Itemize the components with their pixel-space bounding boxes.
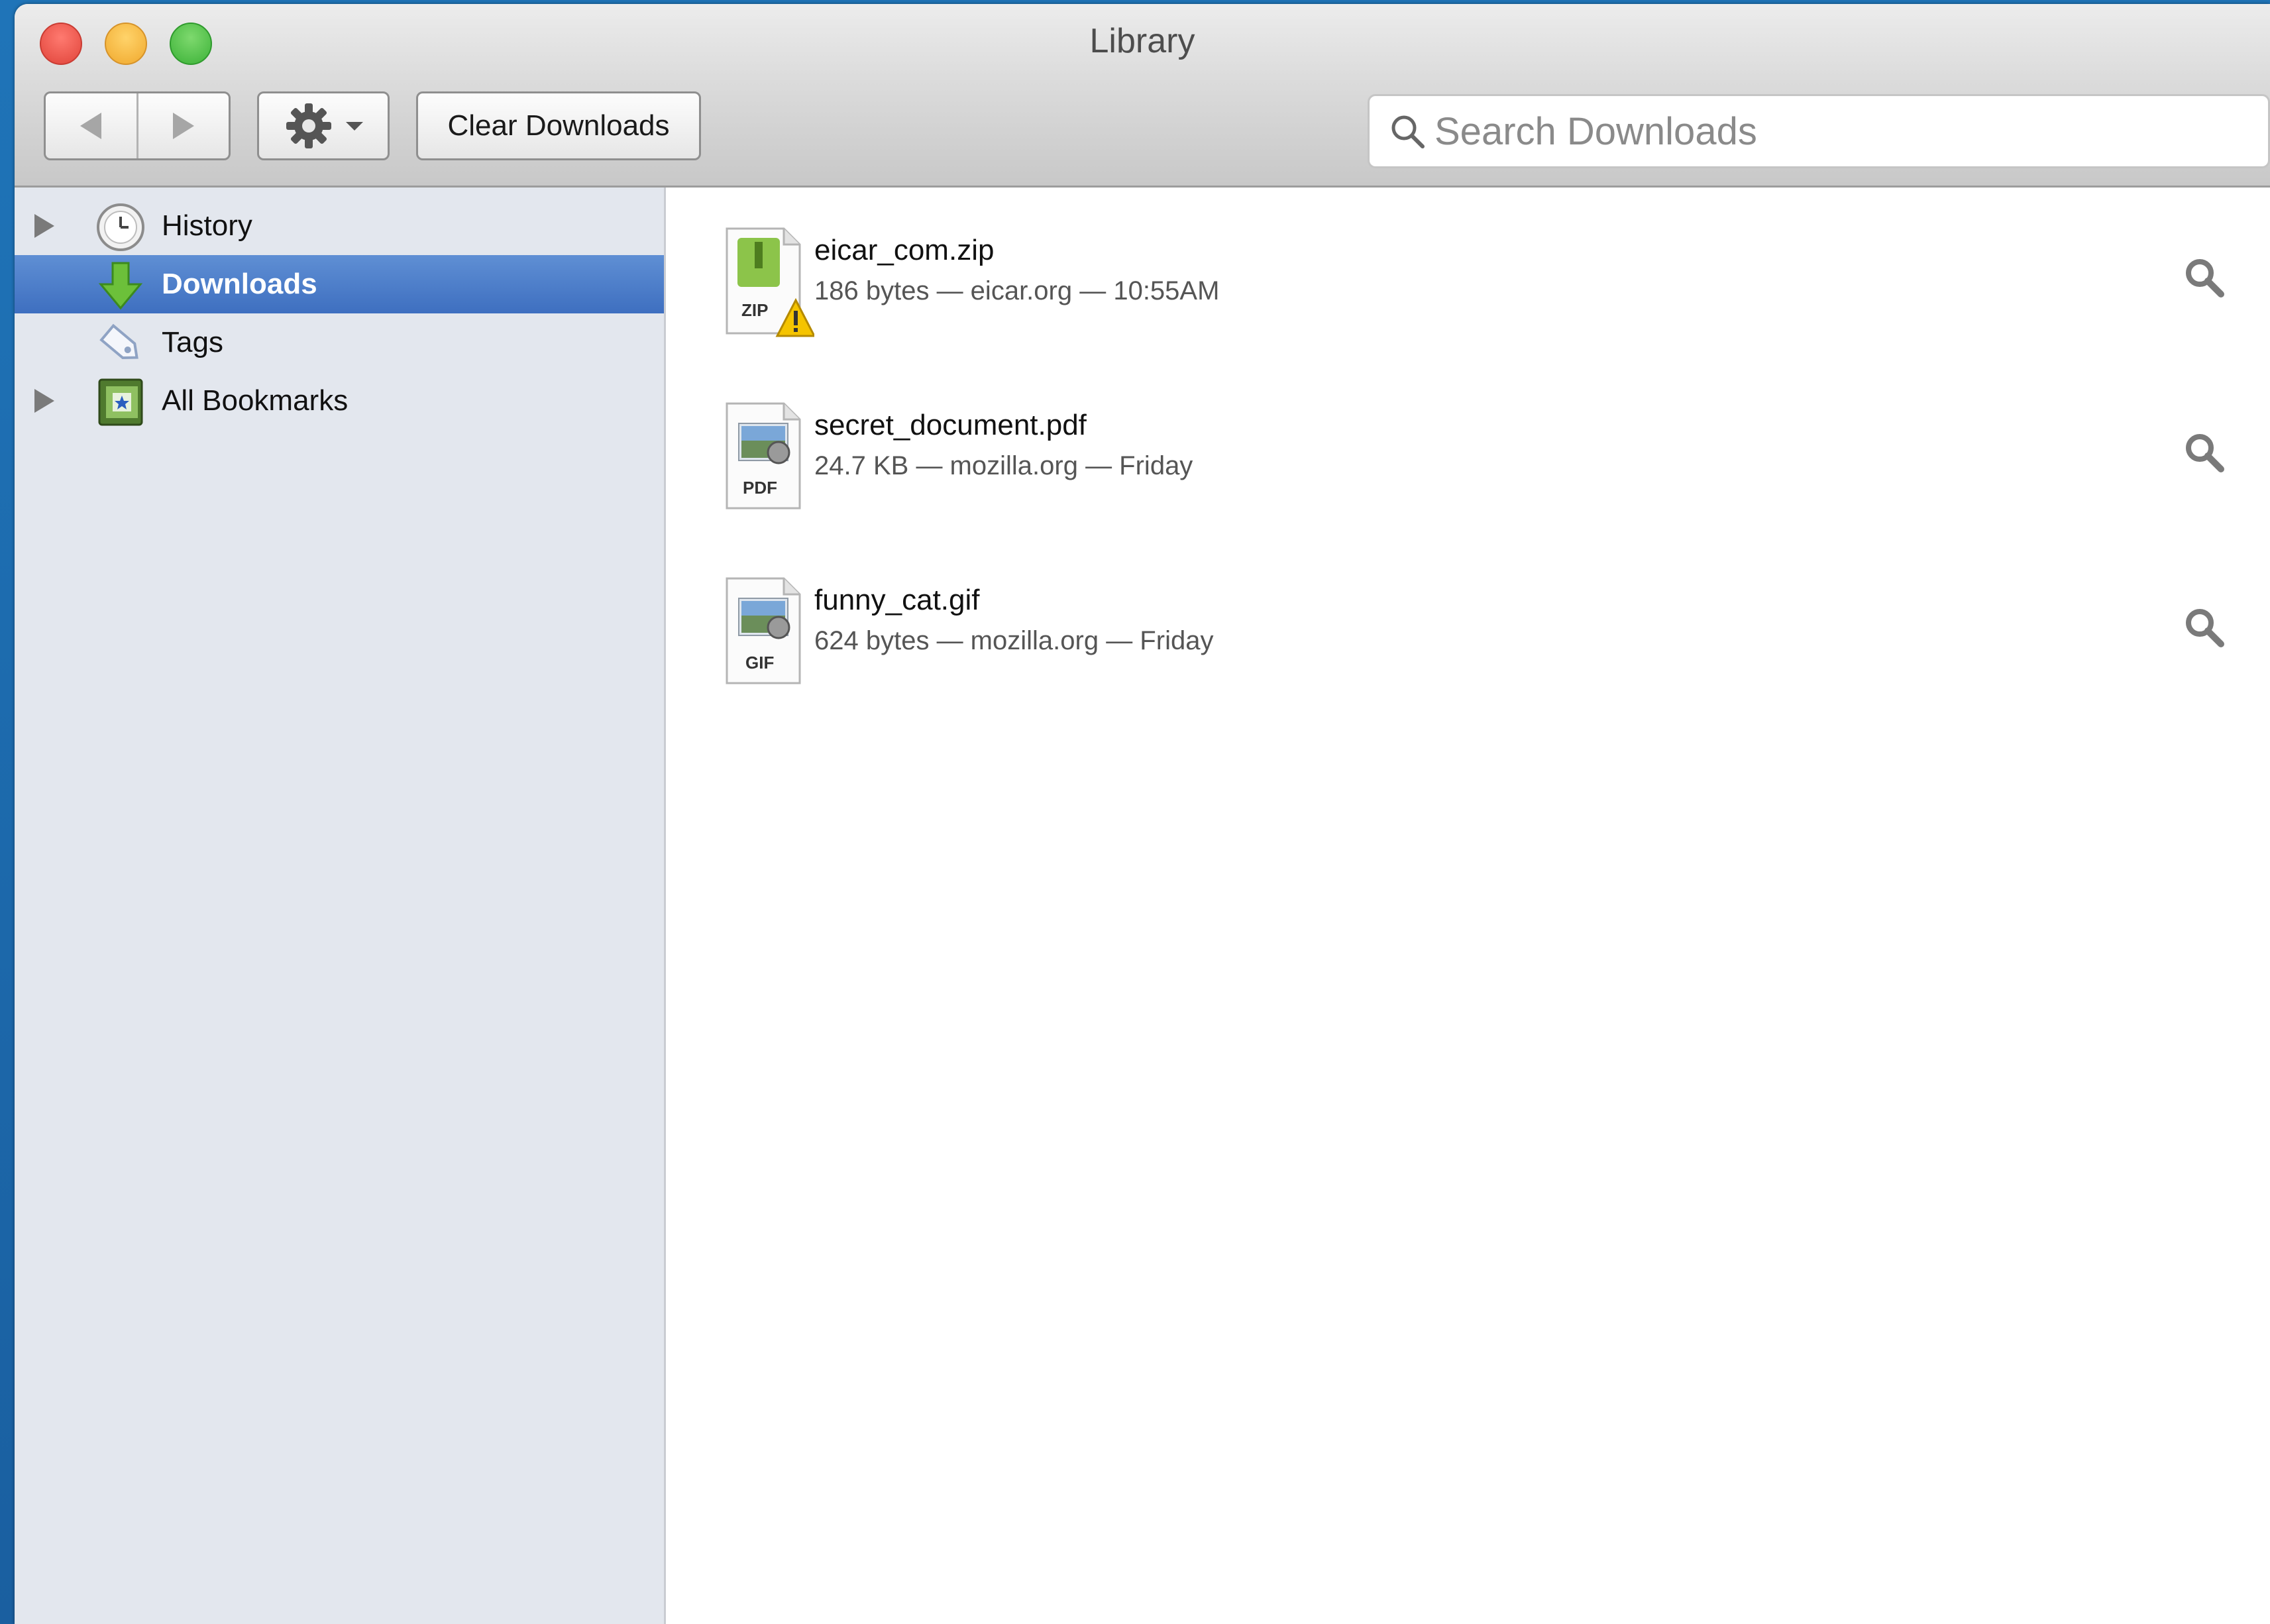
forward-button[interactable] (136, 93, 229, 158)
bookmarks-book-icon (95, 377, 146, 427)
file-name: secret_document.pdf (814, 409, 1087, 441)
organize-menu-button[interactable] (257, 91, 390, 160)
file-details: 624 bytes — mozilla.org — Friday (814, 626, 1214, 655)
library-window: Library Clear Downloads Search Downloads… (15, 4, 2270, 1624)
forward-arrow-icon (172, 113, 194, 139)
svg-text:GIF: GIF (745, 653, 774, 673)
search-input[interactable] (1433, 108, 2231, 154)
sidebar: History Downloads Tags All Bookmarks (15, 188, 666, 1624)
gif-file-icon: GIF (726, 577, 801, 684)
window-title: Library (1089, 22, 1195, 60)
back-arrow-icon (80, 113, 102, 139)
clear-downloads-button[interactable]: Clear Downloads (416, 91, 701, 160)
sidebar-item-label: Tags (162, 326, 223, 358)
sidebar-item-label: Downloads (162, 268, 317, 300)
search-icon (1389, 113, 1425, 149)
sidebar-item-downloads[interactable]: Downloads (15, 255, 664, 313)
disclosure-triangle-icon[interactable] (30, 388, 57, 414)
sidebar-item-all-bookmarks[interactable]: All Bookmarks (15, 372, 664, 430)
navigation-buttons (44, 91, 231, 160)
list-item[interactable]: ZIP eicar_com.zip 186 bytes — eicar.org … (666, 188, 2270, 362)
file-name: eicar_com.zip (814, 234, 995, 266)
tag-icon (95, 319, 146, 369)
svg-text:ZIP: ZIP (741, 300, 768, 320)
file-details: 186 bytes — eicar.org — 10:55AM (814, 276, 1220, 305)
file-details: 24.7 KB — mozilla.org — Friday (814, 451, 1193, 480)
search-field[interactable] (1368, 94, 2270, 168)
zip-file-icon: ZIP (726, 227, 814, 337)
magnifier-icon (2186, 609, 2224, 647)
file-name: funny_cat.gif (814, 584, 980, 616)
chevron-down-icon (346, 122, 363, 131)
downloads-list: ZIP eicar_com.zip 186 bytes — eicar.org … (666, 188, 2270, 1624)
disclosure-triangle-icon[interactable] (30, 213, 57, 239)
clock-icon (95, 202, 146, 252)
magnifier-icon (2186, 434, 2224, 472)
sidebar-item-history[interactable]: History (15, 197, 664, 255)
back-button[interactable] (46, 93, 136, 158)
svg-text:PDF: PDF (743, 478, 777, 498)
show-in-folder-button[interactable] (2181, 254, 2227, 300)
sidebar-item-label: History (162, 209, 252, 242)
sidebar-item-tags[interactable]: Tags (15, 313, 664, 372)
pdf-file-icon: PDF (726, 402, 801, 510)
sidebar-item-label: All Bookmarks (162, 384, 349, 417)
magnifier-icon (2186, 259, 2224, 298)
download-arrow-icon (95, 260, 146, 311)
gear-icon (286, 103, 331, 148)
show-in-folder-button[interactable] (2181, 429, 2227, 475)
show-in-folder-button[interactable] (2181, 604, 2227, 650)
list-item[interactable]: PDF secret_document.pdf 24.7 KB — mozill… (666, 362, 2270, 537)
title-bar: Library Clear Downloads (15, 4, 2270, 188)
list-item[interactable]: GIF funny_cat.gif 624 bytes — mozilla.or… (666, 537, 2270, 712)
